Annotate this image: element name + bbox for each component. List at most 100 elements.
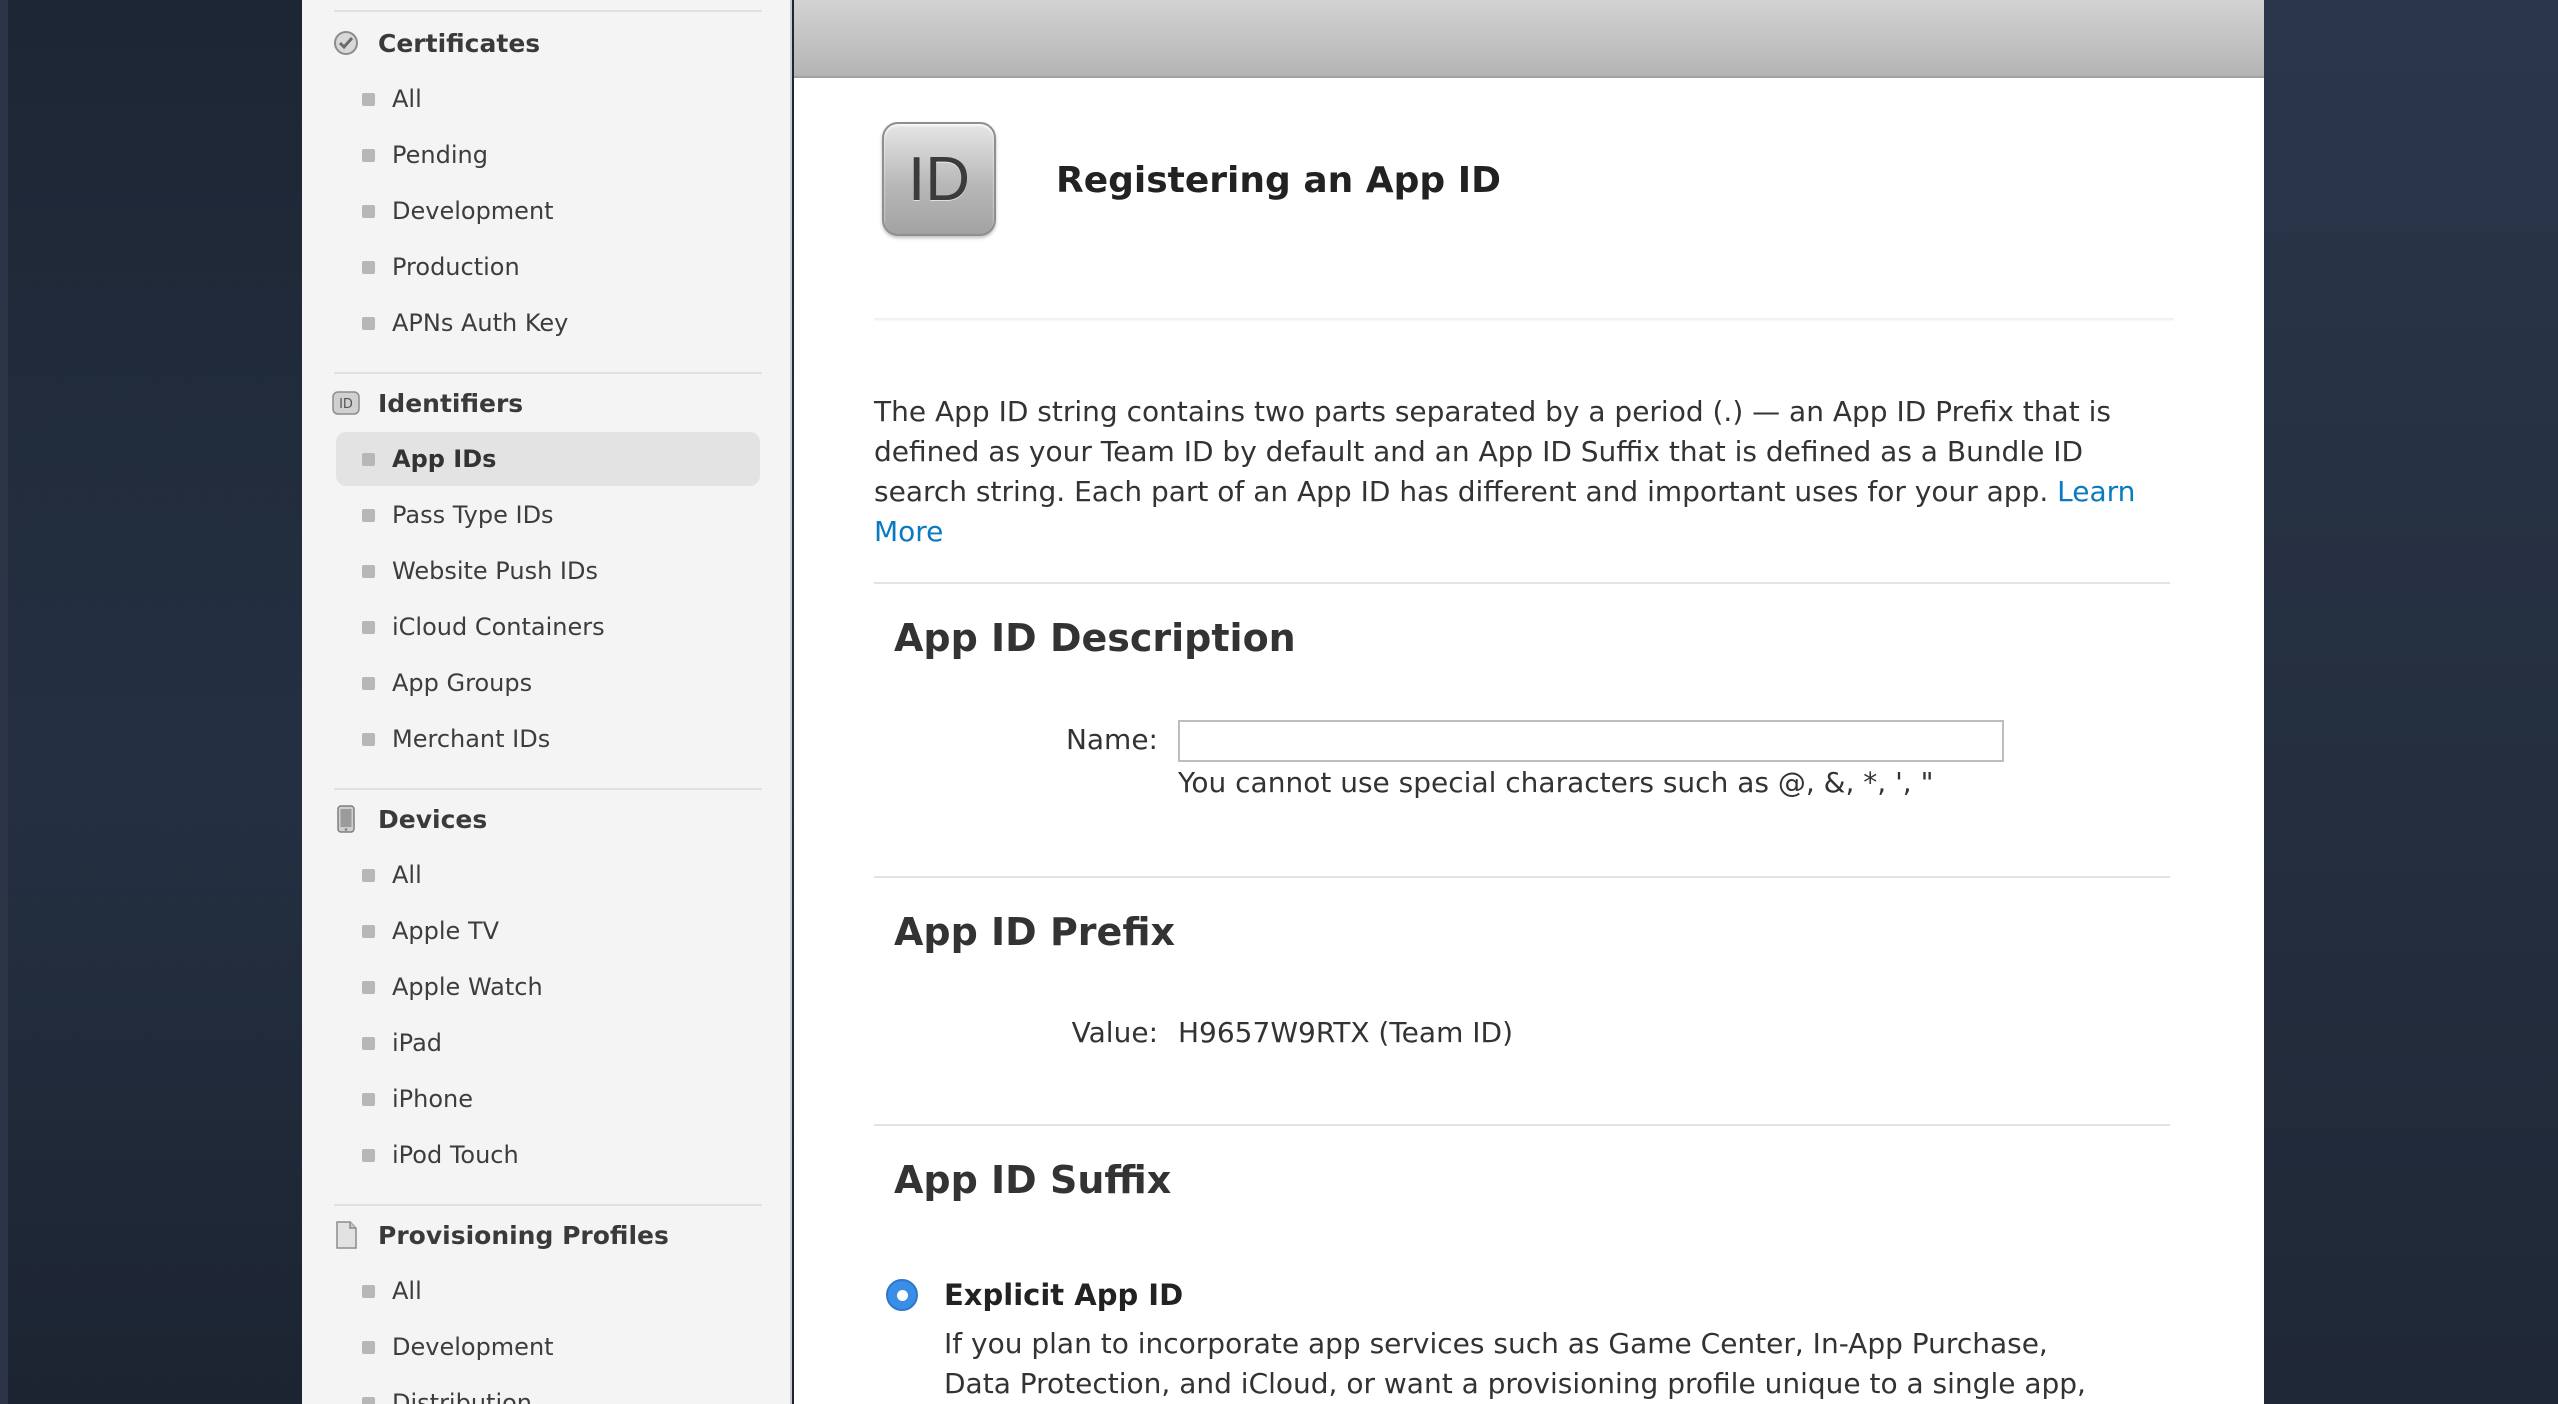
- sidebar-item-app-groups[interactable]: App Groups: [336, 656, 760, 710]
- section-divider: [334, 372, 762, 374]
- sidebar-item-devices-all[interactable]: All: [336, 848, 760, 902]
- bullet-icon: [362, 732, 375, 746]
- sidebar-item-label: Development: [392, 1333, 554, 1361]
- bullet-icon: [362, 868, 375, 882]
- sidebar-item-icloud-containers[interactable]: iCloud Containers: [336, 600, 760, 654]
- section-title: Devices: [378, 804, 488, 834]
- sidebar-item-label: iPod Touch: [392, 1141, 519, 1169]
- sidebar-item-label: iPad: [392, 1029, 443, 1057]
- value-label: Value:: [1071, 1016, 1158, 1049]
- explicit-app-id-description: If you plan to incorporate app services …: [944, 1327, 2086, 1400]
- section-title: Certificates: [378, 28, 541, 58]
- section-header-devices[interactable]: Devices: [332, 799, 487, 839]
- sidebar-item-label: iPhone: [392, 1085, 474, 1113]
- name-input[interactable]: [1178, 720, 2004, 762]
- bullet-icon: [362, 1396, 375, 1404]
- explicit-app-id-label[interactable]: Explicit App ID: [944, 1278, 1183, 1312]
- sidebar-item-iphone[interactable]: iPhone: [336, 1072, 760, 1126]
- bullet-icon: [362, 260, 375, 274]
- bullet-icon: [362, 508, 375, 522]
- section-header-identifiers[interactable]: ID Identifiers: [332, 383, 523, 423]
- sidebar-item-label: Pass Type IDs: [392, 501, 554, 529]
- bullet-icon: [362, 1036, 375, 1050]
- sidebar-item-website-push-ids[interactable]: Website Push IDs: [336, 544, 760, 598]
- bullet-icon: [362, 1284, 375, 1298]
- page-title: Registering an App ID: [1056, 160, 1501, 201]
- svg-text:ID: ID: [339, 397, 353, 412]
- bullet-icon: [362, 452, 375, 466]
- sidebar-item-merchant-ids[interactable]: Merchant IDs: [336, 712, 760, 766]
- sidebar-item-label: Apple Watch: [392, 973, 543, 1001]
- bullet-icon: [362, 1340, 375, 1354]
- sidebar-item-label: Distribution: [392, 1389, 533, 1404]
- bullet-icon: [362, 316, 375, 330]
- bullet-icon: [362, 980, 375, 994]
- radio-selected-dot: [896, 1289, 908, 1301]
- section-title: Provisioning Profiles: [378, 1220, 669, 1250]
- sidebar-item-label: Production: [392, 253, 520, 281]
- sidebar-item-apple-tv[interactable]: Apple TV: [336, 904, 760, 958]
- bullet-icon: [362, 924, 375, 938]
- app-id-icon-text: ID: [908, 144, 970, 214]
- bullet-icon: [362, 148, 375, 162]
- sidebar-item-profiles-all[interactable]: All: [336, 1264, 760, 1318]
- certificate-icon: [332, 29, 360, 57]
- sidebar-item-app-ids[interactable]: App IDs: [336, 432, 760, 486]
- sidebar-item-certificates-all[interactable]: All: [336, 72, 760, 126]
- intro-text: The App ID string contains two parts sep…: [874, 395, 2111, 508]
- section-header-provisioning-profiles[interactable]: Provisioning Profiles: [332, 1215, 669, 1255]
- main-content: ID Registering an App ID The App ID stri…: [794, 0, 2264, 1404]
- bullet-icon: [362, 620, 375, 634]
- section-divider: [874, 876, 2170, 878]
- sidebar-item-profiles-distribution[interactable]: Distribution: [336, 1376, 760, 1404]
- document-icon: [332, 1221, 360, 1249]
- sidebar-item-label: APNs Auth Key: [392, 309, 569, 337]
- sidebar-top-divider: [334, 10, 762, 12]
- sidebar-item-apple-watch[interactable]: Apple Watch: [336, 960, 760, 1014]
- sidebar-item-label: Pending: [392, 141, 488, 169]
- section-divider: [334, 1204, 762, 1206]
- sidebar-item-label: App IDs: [392, 445, 497, 473]
- sidebar-item-label: Website Push IDs: [392, 557, 598, 585]
- sidebar-item-label: Development: [392, 197, 554, 225]
- sidebar-item-profiles-development[interactable]: Development: [336, 1320, 760, 1374]
- sidebar-item-certificates-production[interactable]: Production: [336, 240, 760, 294]
- device-icon: [332, 805, 360, 833]
- sidebar: Certificates All Pending Development Pro…: [302, 0, 792, 1404]
- intro-paragraph: The App ID string contains two parts sep…: [874, 392, 2144, 552]
- bullet-icon: [362, 1148, 375, 1162]
- app-id-prefix-heading: App ID Prefix: [894, 910, 1175, 954]
- sidebar-item-certificates-pending[interactable]: Pending: [336, 128, 760, 182]
- section-divider: [874, 1124, 2170, 1126]
- team-id-value: H9657W9RTX (Team ID): [1178, 1016, 1513, 1049]
- section-title: Identifiers: [378, 388, 524, 418]
- sidebar-item-label: App Groups: [392, 669, 533, 697]
- sidebar-item-pass-type-ids[interactable]: Pass Type IDs: [336, 488, 760, 542]
- section-divider: [874, 582, 2170, 584]
- id-icon: ID: [332, 389, 360, 417]
- sidebar-item-ipod-touch[interactable]: iPod Touch: [336, 1128, 760, 1182]
- desktop-edge-left: [0, 0, 8, 1404]
- sidebar-item-certificates-development[interactable]: Development: [336, 184, 760, 238]
- bullet-icon: [362, 92, 375, 106]
- sidebar-item-label: Merchant IDs: [392, 725, 551, 753]
- bullet-icon: [362, 1092, 375, 1106]
- sidebar-item-certificates-apns-auth-key[interactable]: APNs Auth Key: [336, 296, 760, 350]
- sidebar-item-label: All: [392, 861, 422, 889]
- name-label: Name:: [1065, 723, 1158, 756]
- section-divider: [334, 788, 762, 790]
- bullet-icon: [362, 564, 375, 578]
- sidebar-item-label: All: [392, 1277, 422, 1305]
- app-id-icon: ID: [882, 122, 996, 236]
- bullet-icon: [362, 204, 375, 218]
- desktop-background: [2264, 0, 2558, 1404]
- name-hint: You cannot use special characters such a…: [1178, 766, 1934, 799]
- sidebar-item-ipad[interactable]: iPad: [336, 1016, 760, 1070]
- sidebar-item-label: All: [392, 85, 422, 113]
- toolbar: [794, 0, 2264, 78]
- explicit-app-id-radio[interactable]: [886, 1279, 918, 1311]
- sidebar-item-label: Apple TV: [392, 917, 500, 945]
- section-header-certificates[interactable]: Certificates: [332, 23, 540, 63]
- title-divider: [874, 318, 2174, 322]
- sidebar-item-label: iCloud Containers: [392, 613, 605, 641]
